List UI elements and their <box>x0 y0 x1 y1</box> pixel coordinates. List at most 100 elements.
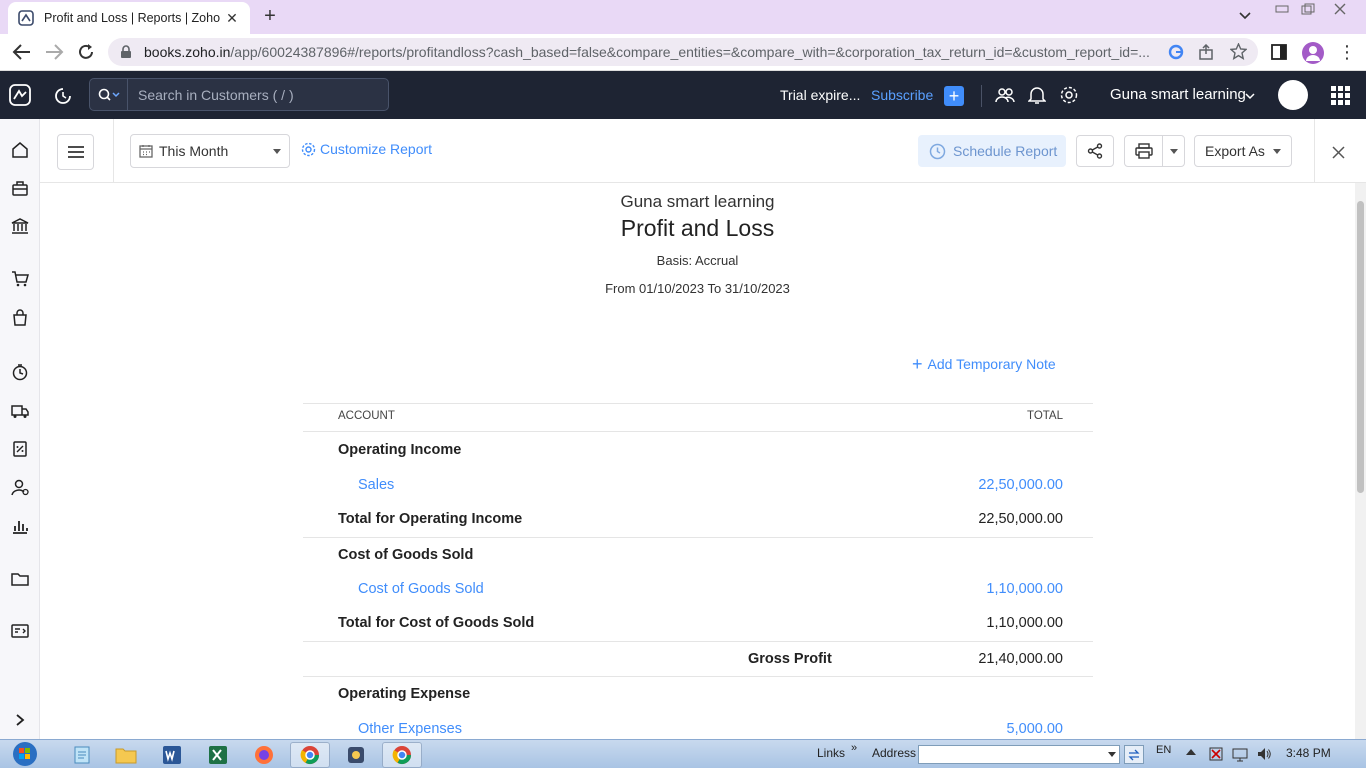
language-indicator[interactable]: EN <box>1156 744 1171 756</box>
account-link-other-expenses[interactable]: Other Expenses <box>358 721 462 737</box>
gst-filing-icon[interactable] <box>10 439 30 459</box>
account-link-cogs[interactable]: Cost of Goods Sold <box>358 581 484 597</box>
taskbar-address-input[interactable] <box>918 745 1120 764</box>
left-sidebar <box>0 119 40 739</box>
close-report-icon[interactable] <box>1332 146 1345 159</box>
calendar-icon <box>139 144 153 158</box>
address-dropdown-caret-icon[interactable] <box>1108 752 1116 757</box>
time-tracking-icon[interactable] <box>10 362 30 382</box>
settings-gear-icon[interactable] <box>1059 85 1079 105</box>
global-search[interactable]: Search in Customers ( / ) <box>89 78 389 111</box>
accountant-icon[interactable] <box>10 477 30 497</box>
browser-menu-icon[interactable]: ⋮ <box>1338 43 1356 61</box>
google-icon[interactable] <box>1168 44 1184 60</box>
home-icon[interactable] <box>10 140 30 160</box>
app-grid-icon[interactable] <box>1331 86 1350 105</box>
section-divider <box>303 537 1093 538</box>
organization-name[interactable]: Guna smart learning <box>1110 86 1246 103</box>
user-avatar[interactable] <box>1278 80 1308 110</box>
trial-status[interactable]: Trial expire... <box>780 87 860 103</box>
share-button[interactable] <box>1076 135 1114 167</box>
tab-close-icon[interactable]: ✕ <box>224 10 240 26</box>
scrollbar-thumb[interactable] <box>1357 201 1364 493</box>
table-top-border <box>303 403 1093 404</box>
chrome-window-2-taskbar-icon[interactable] <box>382 742 422 768</box>
amount-link-cogs[interactable]: 1,10,000.00 <box>986 581 1063 597</box>
media-app-taskbar-icon[interactable] <box>336 742 376 768</box>
links-toolbar-label[interactable]: Links <box>817 746 845 760</box>
column-header-account: ACCOUNT <box>338 410 395 422</box>
profile-avatar-icon[interactable] <box>1302 42 1324 64</box>
new-tab-icon[interactable]: + <box>260 5 280 27</box>
amount-link-other-expenses[interactable]: 5,000.00 <box>1007 721 1063 737</box>
start-button[interactable] <box>6 740 44 768</box>
side-panel-icon[interactable] <box>1271 44 1287 60</box>
banking-icon[interactable] <box>10 216 30 236</box>
forward-icon[interactable] <box>44 43 64 61</box>
links-expand-icon[interactable]: » <box>851 742 857 754</box>
chrome-taskbar-icon[interactable] <box>290 742 330 768</box>
print-caret-down-icon[interactable] <box>1163 148 1184 154</box>
search-icon[interactable] <box>90 79 128 110</box>
expand-sidebar-chevron-icon[interactable] <box>10 710 30 730</box>
file-explorer-taskbar-icon[interactable] <box>106 742 146 768</box>
tray-volume-icon[interactable] <box>1256 746 1272 762</box>
window-close-icon[interactable] <box>1326 0 1354 18</box>
account-link-sales[interactable]: Sales <box>358 477 394 493</box>
firefox-taskbar-icon[interactable] <box>244 742 284 768</box>
tray-network-icon[interactable] <box>1232 746 1248 762</box>
items-icon[interactable] <box>10 178 30 198</box>
bookmark-star-icon[interactable] <box>1230 43 1247 60</box>
share-page-icon[interactable] <box>1198 44 1214 60</box>
subscribe-link[interactable]: Subscribe <box>871 87 933 103</box>
report-org-name: Guna smart learning <box>620 192 775 211</box>
zoho-favicon-icon <box>18 10 34 26</box>
section-heading-operating-income: Operating Income <box>338 442 462 458</box>
vertical-scrollbar[interactable] <box>1355 183 1366 739</box>
search-input[interactable]: Search in Customers ( / ) <box>138 87 294 103</box>
export-as-dropdown[interactable]: Export As <box>1194 135 1292 167</box>
reload-icon[interactable] <box>76 42 96 62</box>
url-text: books.zoho.in/app/60024387896#/reports/p… <box>144 44 1150 60</box>
excel-taskbar-icon[interactable] <box>198 742 238 768</box>
recent-activity-icon[interactable] <box>53 86 73 106</box>
restore-icon[interactable] <box>1294 0 1322 18</box>
show-hidden-icons-icon[interactable] <box>1186 748 1196 755</box>
team-icon[interactable] <box>995 85 1015 105</box>
toolbar-divider <box>113 119 114 182</box>
minimize-icon[interactable] <box>1268 0 1296 18</box>
address-bar[interactable]: books.zoho.in/app/60024387896#/reports/p… <box>108 38 1258 66</box>
report-menu-button[interactable] <box>57 134 94 170</box>
back-icon[interactable] <box>12 43 32 61</box>
date-range-dropdown[interactable]: This Month <box>130 134 290 168</box>
word-taskbar-icon[interactable] <box>152 742 192 768</box>
sales-cart-icon[interactable] <box>10 269 30 289</box>
amount-link-sales[interactable]: 22,50,000.00 <box>978 477 1063 493</box>
caret-down-icon <box>273 149 281 154</box>
add-temporary-note-link[interactable]: + Add Temporary Note <box>912 355 1056 373</box>
lock-icon <box>120 45 132 59</box>
zoho-books-logo-icon[interactable] <box>8 83 32 107</box>
address-toolbar-label: Address <box>872 746 917 760</box>
total-amount-operating-income: 22,50,000.00 <box>978 511 1063 527</box>
org-dropdown-chevron-icon[interactable] <box>1245 92 1255 100</box>
reports-chart-icon[interactable] <box>10 516 30 536</box>
tab-search-chevron-icon[interactable] <box>1238 8 1252 22</box>
print-button[interactable] <box>1124 135 1185 167</box>
purchases-bag-icon[interactable] <box>10 308 30 328</box>
customize-gear-icon <box>301 142 316 157</box>
go-arrows-icon[interactable] <box>1124 745 1144 764</box>
section-heading-cogs: Cost of Goods Sold <box>338 547 474 563</box>
hamburger-icon <box>67 146 84 158</box>
customize-report-link[interactable]: Customize Report <box>301 141 432 157</box>
taskbar-clock[interactable]: 3:48 PM <box>1286 746 1331 760</box>
quick-create-plus-icon[interactable]: + <box>944 86 964 106</box>
documents-folder-icon[interactable] <box>10 569 30 589</box>
tray-flag-icon[interactable] <box>1208 746 1224 762</box>
schedule-report-button[interactable]: Schedule Report <box>918 135 1066 167</box>
eway-bills-truck-icon[interactable] <box>10 401 30 421</box>
notepad-taskbar-icon[interactable] <box>62 742 102 768</box>
notifications-bell-icon[interactable] <box>1028 85 1046 105</box>
integrations-icon[interactable] <box>10 621 30 641</box>
browser-tab[interactable]: Profit and Loss | Reports | Zoho B ✕ <box>8 2 250 34</box>
